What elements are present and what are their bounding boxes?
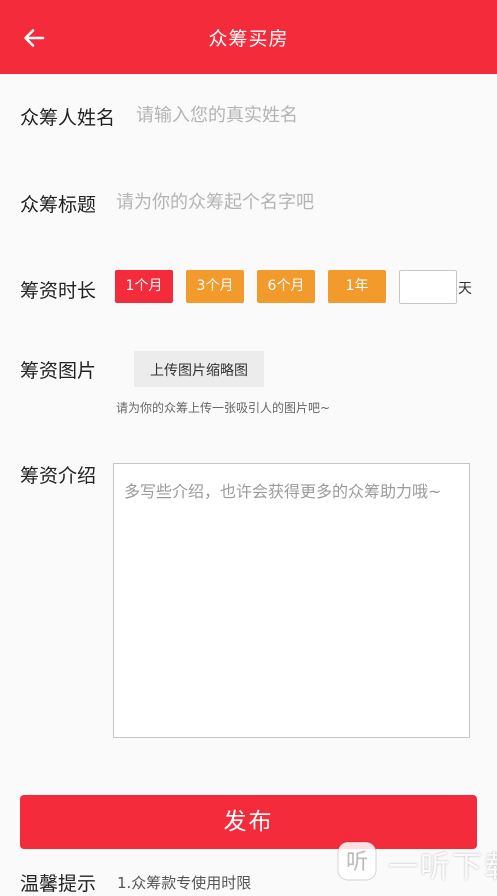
intro-label: 筹资介绍 bbox=[20, 465, 97, 487]
title-input[interactable] bbox=[116, 189, 466, 215]
upload-hint: 请为你的众筹上传一张吸引人的图片吧~ bbox=[116, 401, 331, 415]
upload-thumbnail-button[interactable]: 上传图片缩略图 bbox=[134, 351, 264, 387]
watermark-text: 一听下载 bbox=[388, 850, 497, 885]
watermark: 听 一听下载 bbox=[336, 838, 497, 885]
custom-days-input[interactable] bbox=[399, 270, 457, 304]
name-input[interactable] bbox=[136, 102, 466, 128]
duration-6-months-button[interactable]: 6个月 bbox=[257, 270, 315, 303]
days-unit-label: 天 bbox=[458, 281, 472, 297]
top-bar: 众筹买房 bbox=[0, 0, 497, 74]
page-title: 众筹买房 bbox=[208, 28, 289, 50]
intro-textarea[interactable] bbox=[113, 463, 470, 738]
image-label: 筹资图片 bbox=[20, 360, 97, 382]
duration-1-year-button[interactable]: 1年 bbox=[328, 270, 386, 303]
logo-icon: 听 bbox=[337, 841, 377, 881]
title-label: 众筹标题 bbox=[20, 194, 97, 216]
logo-glyph: 听 bbox=[346, 850, 368, 875]
duration-label: 筹资时长 bbox=[20, 280, 97, 302]
name-label: 众筹人姓名 bbox=[20, 107, 116, 129]
duration-1-month-button[interactable]: 1个月 bbox=[115, 270, 173, 303]
duration-3-months-button[interactable]: 3个月 bbox=[186, 270, 244, 303]
